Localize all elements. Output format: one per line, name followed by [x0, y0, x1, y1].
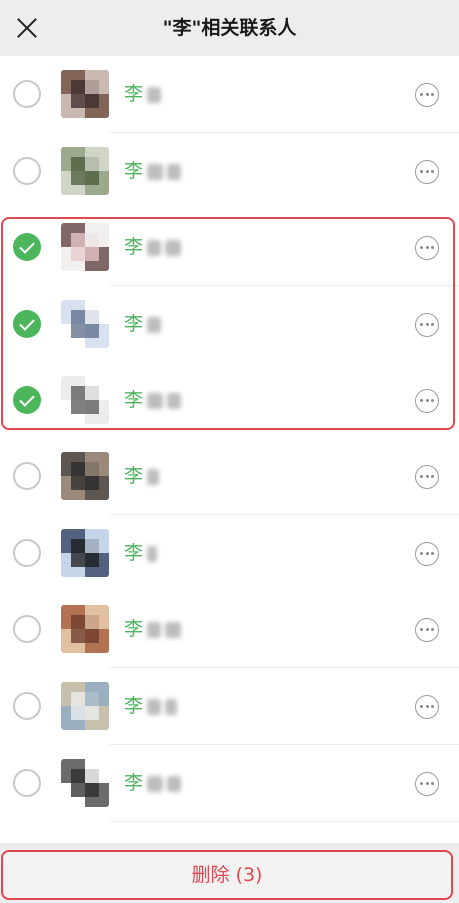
- more-options-icon[interactable]: [415, 618, 439, 642]
- contact-surname: 李: [124, 313, 144, 335]
- contact-row[interactable]: 李: [0, 438, 459, 515]
- name-blur: [165, 698, 178, 715]
- name-blur: [147, 163, 164, 180]
- delete-button[interactable]: 删除 (3): [1, 850, 453, 900]
- avatar: [61, 223, 109, 271]
- radio-checked-icon[interactable]: [13, 310, 41, 338]
- contact-name: 李: [124, 81, 162, 107]
- avatar: [61, 605, 109, 653]
- more-options-icon[interactable]: [415, 542, 439, 566]
- radio-checked-icon[interactable]: [13, 386, 41, 414]
- contact-name: 李: [124, 158, 182, 184]
- name-blur: [147, 775, 164, 792]
- more-options-icon[interactable]: [415, 772, 439, 796]
- contact-name: 李: [124, 540, 158, 566]
- radio-unchecked-icon[interactable]: [13, 157, 41, 185]
- contact-row[interactable]: 李: [0, 362, 459, 439]
- name-blur: [147, 698, 162, 715]
- contact-row[interactable]: 李: [0, 668, 459, 745]
- name-blur: [165, 239, 182, 256]
- contact-row[interactable]: 李: [0, 745, 459, 822]
- contact-name: 李: [124, 693, 178, 719]
- contact-surname: 李: [124, 542, 144, 564]
- contact-row[interactable]: 李: [0, 133, 459, 210]
- more-options-icon[interactable]: [415, 313, 439, 337]
- name-blur: [167, 392, 182, 409]
- name-blur: [147, 621, 162, 638]
- more-options-icon[interactable]: [415, 236, 439, 260]
- contact-name: 李: [124, 616, 182, 642]
- more-options-icon[interactable]: [415, 83, 439, 107]
- radio-checked-icon[interactable]: [13, 233, 41, 261]
- avatar: [61, 70, 109, 118]
- contact-row[interactable]: 李: [0, 591, 459, 668]
- contact-surname: 李: [124, 160, 144, 182]
- radio-unchecked-icon[interactable]: [13, 692, 41, 720]
- name-blur: [147, 239, 162, 256]
- more-options-icon[interactable]: [415, 389, 439, 413]
- contact-surname: 李: [124, 236, 144, 258]
- contact-surname: 李: [124, 618, 144, 640]
- contact-surname: 李: [124, 389, 144, 411]
- name-blur: [167, 163, 182, 180]
- radio-unchecked-icon[interactable]: [13, 80, 41, 108]
- name-blur: [147, 316, 162, 333]
- radio-unchecked-icon[interactable]: [13, 539, 41, 567]
- more-options-icon[interactable]: [415, 465, 439, 489]
- contact-name: 李: [124, 311, 162, 337]
- name-blur: [165, 621, 182, 638]
- contact-row[interactable]: 李: [0, 515, 459, 592]
- contact-name: 李: [124, 234, 182, 260]
- name-blur: [147, 468, 160, 485]
- avatar: [61, 452, 109, 500]
- avatar: [61, 682, 109, 730]
- name-blur: [147, 545, 158, 562]
- divider: [110, 821, 459, 822]
- name-blur: [147, 392, 164, 409]
- avatar: [61, 376, 109, 424]
- avatar: [61, 529, 109, 577]
- page-title: "李"相关联系人: [162, 17, 297, 39]
- avatar: [61, 759, 109, 807]
- contact-row[interactable]: 李: [0, 209, 459, 286]
- more-options-icon[interactable]: [415, 695, 439, 719]
- contact-name: 李: [124, 463, 160, 489]
- contact-row[interactable]: 李: [0, 56, 459, 133]
- radio-unchecked-icon[interactable]: [13, 615, 41, 643]
- contact-row[interactable]: 李: [0, 286, 459, 363]
- radio-unchecked-icon[interactable]: [13, 769, 41, 797]
- contact-name: 李: [124, 387, 182, 413]
- contact-surname: 李: [124, 695, 144, 717]
- more-options-icon[interactable]: [415, 160, 439, 184]
- radio-unchecked-icon[interactable]: [13, 462, 41, 490]
- name-blur: [167, 775, 182, 792]
- contact-name: 李: [124, 770, 182, 796]
- avatar: [61, 147, 109, 195]
- contact-surname: 李: [124, 83, 144, 105]
- nav-bar: "李"相关联系人: [0, 0, 459, 56]
- contact-surname: 李: [124, 465, 144, 487]
- contact-surname: 李: [124, 772, 144, 794]
- name-blur: [147, 86, 162, 103]
- avatar: [61, 300, 109, 348]
